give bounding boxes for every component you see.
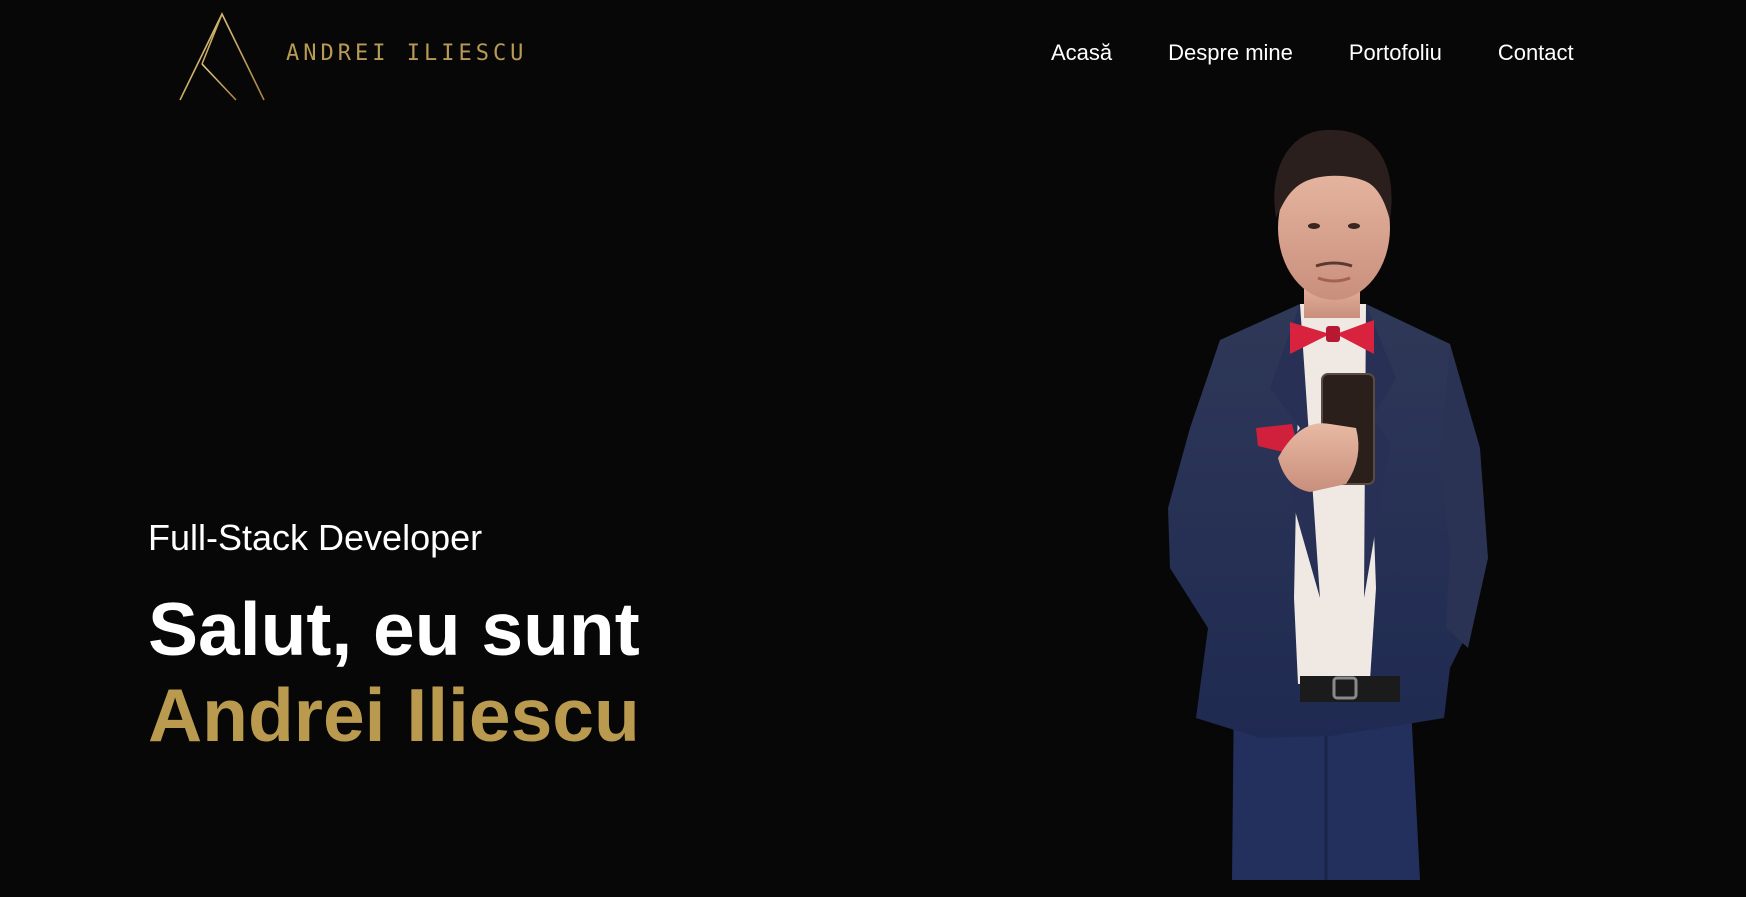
hero-greeting: Salut, eu sunt: [148, 587, 640, 671]
nav-item-contact[interactable]: Contact: [1498, 40, 1574, 66]
hero-name: Andrei Iliescu: [148, 673, 640, 757]
logo-text: ANDREI ILIESCU: [286, 40, 528, 66]
main-nav: Acasă Despre mine Portofoliu Contact: [1051, 40, 1574, 66]
logo-link[interactable]: ANDREI ILIESCU: [178, 12, 527, 102]
nav-item-despre-mine[interactable]: Despre mine: [1168, 40, 1293, 66]
hero-intro: Full-Stack Developer Salut, eu sunt Andr…: [148, 516, 768, 758]
person-portrait-icon: [1168, 129, 1488, 880]
hero-subtitle: Full-Stack Developer: [148, 517, 483, 558]
hero-headline: Salut, eu sunt Andrei Iliescu: [148, 586, 768, 758]
nav-item-portofoliu[interactable]: Portofoliu: [1349, 40, 1442, 66]
nav-item-acasa[interactable]: Acasă: [1051, 40, 1112, 66]
site-header: ANDREI ILIESCU Acasă Despre mine Portofo…: [0, 0, 1746, 112]
letter-a-logo-icon: [179, 12, 265, 101]
